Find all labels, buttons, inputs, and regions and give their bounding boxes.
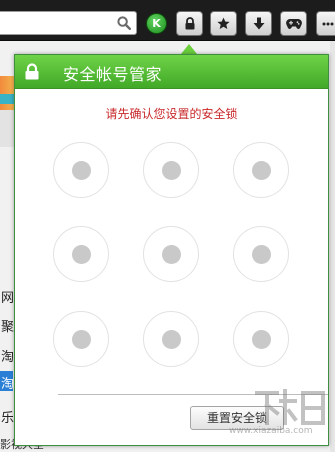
pattern-node-4[interactable] bbox=[53, 226, 109, 282]
background-text-2: 聚 bbox=[1, 320, 15, 335]
reset-lock-label: 重置安全锁 bbox=[206, 411, 267, 425]
background-right-edge bbox=[330, 41, 335, 452]
pattern-node-2[interactable] bbox=[143, 142, 199, 198]
background-banner bbox=[0, 76, 14, 110]
address-bar[interactable] bbox=[0, 11, 137, 35]
background-banner-accent bbox=[0, 94, 14, 104]
popup-pointer bbox=[181, 44, 197, 54]
more-icon bbox=[322, 22, 334, 25]
pattern-node-3[interactable] bbox=[233, 142, 289, 198]
screenshot-frame: K 网 聚 淘 淘 乐 安全帐号管家 请先确认您设置的安全锁 重置安全锁 www… bbox=[0, 0, 335, 452]
browser-toolbar: K bbox=[0, 0, 335, 41]
popup-divider bbox=[58, 394, 328, 395]
star-icon bbox=[217, 17, 230, 29]
k-extension-button[interactable]: K bbox=[146, 13, 167, 34]
pattern-lock-grid[interactable] bbox=[15, 55, 328, 447]
watermark-url: www.xiazaiba.com bbox=[229, 426, 313, 436]
pattern-node-7[interactable] bbox=[53, 311, 109, 367]
k-extension-label: K bbox=[152, 17, 161, 30]
account-security-popup: 安全帐号管家 请先确认您设置的安全锁 重置安全锁 bbox=[14, 54, 329, 446]
pattern-node-9[interactable] bbox=[233, 311, 289, 367]
background-text-1: 网 bbox=[1, 291, 15, 306]
pattern-node-6[interactable] bbox=[233, 226, 289, 282]
pattern-node-5[interactable] bbox=[143, 226, 199, 282]
gamepad-icon bbox=[285, 19, 302, 29]
more-button[interactable] bbox=[316, 11, 335, 36]
pattern-node-1[interactable] bbox=[53, 142, 109, 198]
gamepad-button[interactable] bbox=[280, 11, 307, 36]
pattern-node-8[interactable] bbox=[143, 311, 199, 367]
search-icon[interactable] bbox=[117, 16, 131, 30]
star-button[interactable] bbox=[210, 11, 237, 36]
background-text-3: 淘 bbox=[1, 350, 15, 365]
download-icon bbox=[253, 17, 264, 30]
background-text-5: 乐 bbox=[1, 411, 15, 426]
lock-icon bbox=[185, 17, 194, 30]
lock-button[interactable] bbox=[176, 11, 203, 36]
background-text-4: 淘 bbox=[1, 377, 15, 392]
download-button[interactable] bbox=[245, 11, 272, 36]
